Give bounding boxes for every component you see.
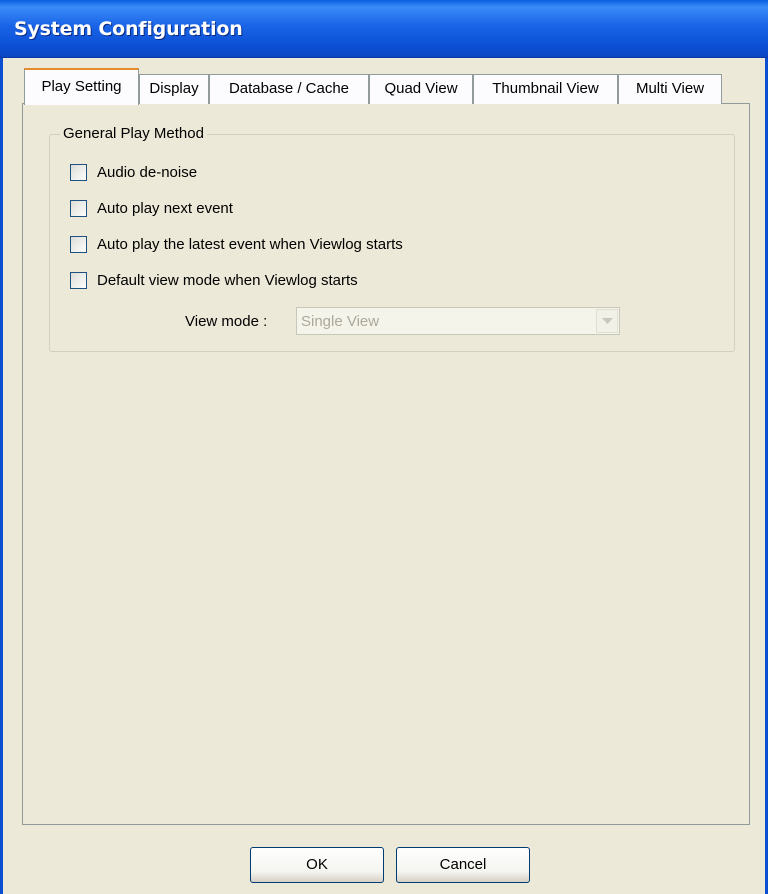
group-title: General Play Method [60,125,207,143]
auto-play-latest-label[interactable]: Auto play the latest event when Viewlog … [97,236,403,253]
dialog-buttons: OK Cancel [0,847,768,883]
tab-panel: General Play Method Audio de-noise Auto … [22,103,750,825]
auto-play-next-checkbox[interactable] [70,199,87,217]
cancel-button[interactable]: Cancel [396,847,530,883]
audio-denoise-option[interactable]: Audio de-noise [70,161,197,183]
tab-database-cache[interactable]: Database / Cache [209,74,369,104]
default-view-mode-option[interactable]: Default view mode when Viewlog starts [70,269,358,291]
ok-button[interactable]: OK [250,847,384,883]
view-mode-dropdown-button[interactable] [596,309,618,333]
tab-multi-view[interactable]: Multi View [618,74,722,104]
view-mode-label: View mode : [185,313,268,330]
view-mode-value: Single View [301,313,380,330]
tab-display[interactable]: Display [139,74,209,104]
view-mode-select[interactable]: Single View [296,307,620,335]
audio-denoise-checkbox[interactable] [70,163,87,181]
tab-panel-body: General Play Method Audio de-noise Auto … [23,104,749,824]
window-title: System Configuration [14,18,243,40]
auto-play-latest-option[interactable]: Auto play the latest event when Viewlog … [70,233,403,255]
tab-play-setting[interactable]: Play Setting [24,68,139,105]
auto-play-latest-checkbox[interactable] [70,235,87,253]
auto-play-next-label[interactable]: Auto play next event [97,200,233,217]
tab-thumbnail-view[interactable]: Thumbnail View [473,74,618,104]
tab-quad-view[interactable]: Quad View [369,74,473,104]
title-bar[interactable]: System Configuration [0,0,768,58]
default-view-mode-checkbox[interactable] [70,271,87,289]
default-view-mode-label[interactable]: Default view mode when Viewlog starts [97,272,358,289]
window-frame-left [0,58,3,894]
audio-denoise-label[interactable]: Audio de-noise [97,164,197,181]
chevron-down-icon [601,317,613,324]
general-play-method-group: General Play Method Audio de-noise Auto … [49,125,735,352]
auto-play-next-option[interactable]: Auto play next event [70,197,233,219]
